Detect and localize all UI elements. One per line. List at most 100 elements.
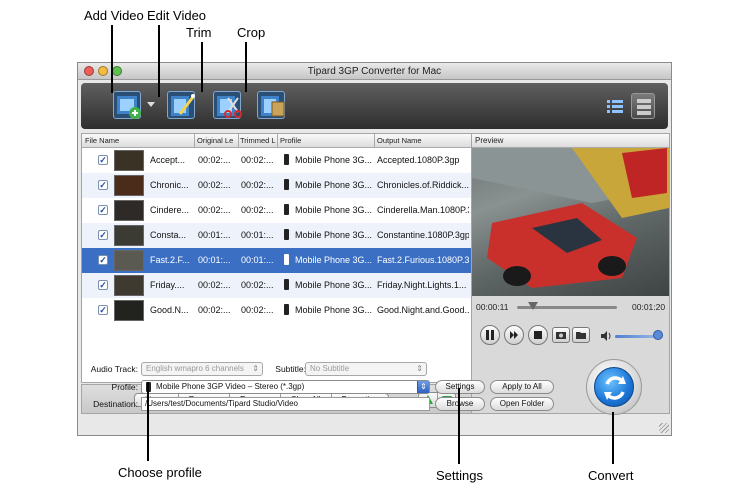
video-thumbnail xyxy=(114,150,144,171)
row-output-name: Cinderella.Man.1080P.3... xyxy=(377,205,469,215)
leader-edit-video xyxy=(158,25,160,97)
row-checkbox[interactable]: ✓ xyxy=(98,305,108,315)
progress-handle[interactable] xyxy=(528,302,538,310)
edit-video-icon[interactable] xyxy=(167,91,195,119)
add-video-dropdown-icon[interactable] xyxy=(147,102,155,107)
callout-choose-profile: Choose profile xyxy=(118,465,202,480)
row-checkbox[interactable]: ✓ xyxy=(98,205,108,215)
table-row[interactable]: ✓ Accept... 00:02:... 00:02:... Mobile P… xyxy=(82,148,471,173)
table-row[interactable]: ✓ Consta... 00:01:... 00:01:... Mobile P… xyxy=(82,223,471,248)
table-row[interactable]: ✓ Friday.... 00:02:... 00:02:... Mobile … xyxy=(82,273,471,298)
callout-crop: Crop xyxy=(237,25,266,40)
row-trimmed-length: 00:01:... xyxy=(241,255,274,265)
row-profile[interactable]: Mobile Phone 3G... xyxy=(295,305,373,315)
forward-button[interactable] xyxy=(504,325,524,345)
convert-icon xyxy=(594,367,634,407)
video-thumbnail xyxy=(114,200,144,221)
row-trimmed-length: 00:02:... xyxy=(241,205,274,215)
volume-handle[interactable] xyxy=(653,330,663,340)
phone-icon xyxy=(284,154,289,165)
row-file-name: Accept... xyxy=(150,155,186,165)
audio-track-label: Audio Track: xyxy=(90,364,138,374)
crop-icon[interactable] xyxy=(257,91,285,119)
table-row[interactable]: ✓ Good.N... 00:02:... 00:02:... Mobile P… xyxy=(82,298,471,323)
apply-to-all-button[interactable]: Apply to All xyxy=(490,380,554,394)
row-checkbox[interactable]: ✓ xyxy=(98,255,108,265)
row-checkbox[interactable]: ✓ xyxy=(98,280,108,290)
phone-icon xyxy=(284,279,289,290)
browse-button[interactable]: Browse xyxy=(435,397,485,411)
phone-icon xyxy=(284,229,289,240)
row-file-name: Friday.... xyxy=(150,280,185,290)
column-output-name[interactable]: Output Name xyxy=(377,136,467,145)
column-trimmed-length[interactable]: Trimmed L xyxy=(240,136,278,145)
leader-convert xyxy=(612,412,614,464)
subtitle-label: Subtitle: xyxy=(275,364,306,374)
chevron-updown-icon: ⇕ xyxy=(417,381,429,393)
row-profile[interactable]: Mobile Phone 3G... xyxy=(295,155,373,165)
video-thumbnail xyxy=(114,250,144,271)
table-row-selected[interactable]: ✓ Fast.2.F... 00:01:... 00:01:... Mobile… xyxy=(82,248,471,273)
leader-crop xyxy=(245,42,247,92)
row-profile[interactable]: Mobile Phone 3G... xyxy=(295,255,373,265)
column-profile[interactable]: Profile xyxy=(280,136,370,145)
video-preview[interactable] xyxy=(472,148,669,296)
pause-button[interactable] xyxy=(480,325,500,345)
preview-header: Preview xyxy=(472,134,669,148)
row-file-name: Consta... xyxy=(150,230,187,240)
row-trimmed-length: 00:01:... xyxy=(241,230,274,240)
column-original-length[interactable]: Original Le xyxy=(197,136,237,145)
row-profile[interactable]: Mobile Phone 3G... xyxy=(295,230,373,240)
row-trimmed-length: 00:02:... xyxy=(241,155,274,165)
video-thumbnail xyxy=(114,275,144,296)
row-original-length: 00:02:... xyxy=(198,180,231,190)
row-file-name: Fast.2.F... xyxy=(150,255,190,265)
video-thumbnail xyxy=(114,175,144,196)
leader-add-video xyxy=(111,25,113,93)
row-original-length: 00:02:... xyxy=(198,155,231,165)
row-checkbox[interactable]: ✓ xyxy=(98,155,108,165)
column-file-name[interactable]: File Name xyxy=(85,136,195,145)
leader-choose-profile xyxy=(147,382,149,461)
trim-icon[interactable] xyxy=(213,91,242,119)
profile-select[interactable]: Mobile Phone 3GP Video – Stereo (*.3gp) … xyxy=(141,380,430,394)
snapshot-button[interactable] xyxy=(552,327,570,343)
row-checkbox[interactable]: ✓ xyxy=(98,180,108,190)
add-video-icon[interactable] xyxy=(113,91,141,119)
audio-track-select[interactable]: English wmapro 6 channels xyxy=(141,362,263,376)
list-view-icon[interactable] xyxy=(603,93,627,119)
row-trimmed-length: 00:02:... xyxy=(241,305,274,315)
current-time: 00:00:11 xyxy=(476,302,509,312)
minimize-window-icon[interactable] xyxy=(98,66,108,76)
callout-settings: Settings xyxy=(436,468,483,483)
row-profile[interactable]: Mobile Phone 3G... xyxy=(295,180,373,190)
destination-field[interactable]: /Users/test/Documents/Tipard Studio/Vide… xyxy=(141,397,430,411)
convert-button[interactable] xyxy=(586,359,642,415)
row-profile[interactable]: Mobile Phone 3G... xyxy=(295,280,373,290)
volume-slider[interactable] xyxy=(615,335,658,338)
window-title: Tipard 3GP Converter for Mac xyxy=(307,66,442,77)
resize-grip[interactable] xyxy=(659,423,669,433)
row-checkbox[interactable]: ✓ xyxy=(98,230,108,240)
title-bar: Tipard 3GP Converter for Mac xyxy=(78,63,671,80)
open-snapshot-folder-button[interactable] xyxy=(572,327,590,343)
settings-button[interactable]: Settings xyxy=(435,380,485,394)
row-profile[interactable]: Mobile Phone 3G... xyxy=(295,205,373,215)
row-original-length: 00:02:... xyxy=(198,280,231,290)
table-row[interactable]: ✓ Chronic... 00:02:... 00:02:... Mobile … xyxy=(82,173,471,198)
row-output-name: Good.Night.and.Good... xyxy=(377,305,469,315)
detail-view-icon[interactable] xyxy=(631,93,655,119)
open-folder-button[interactable]: Open Folder xyxy=(490,397,554,411)
stop-button[interactable] xyxy=(528,325,548,345)
row-output-name: Chronicles.of.Riddick.... xyxy=(377,180,469,190)
callout-convert: Convert xyxy=(588,468,634,483)
callout-edit-video: Edit Video xyxy=(147,8,207,23)
table-row[interactable]: ✓ Cindere... 00:02:... 00:02:... Mobile … xyxy=(82,198,471,223)
zoom-window-icon[interactable] xyxy=(112,66,122,76)
close-window-icon[interactable] xyxy=(84,66,94,76)
row-original-length: 00:01:... xyxy=(198,255,231,265)
destination-label: Destination: xyxy=(93,399,138,409)
subtitle-select[interactable]: No Subtitle xyxy=(305,362,427,376)
phone-icon xyxy=(284,254,289,265)
row-trimmed-length: 00:02:... xyxy=(241,280,274,290)
